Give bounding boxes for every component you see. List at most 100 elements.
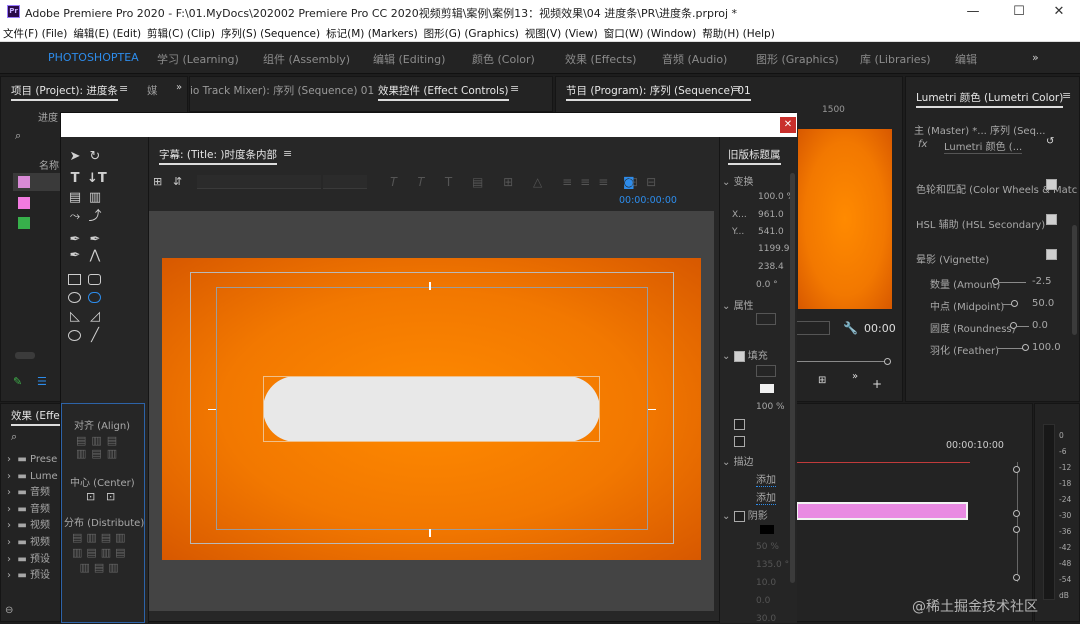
workspace-photoshoptea[interactable]: PHOTOSHOPTEA [48,51,139,64]
feather-value[interactable]: 100.0 [1032,342,1061,353]
new-title-icon[interactable]: ⊞ [153,175,162,188]
titler-timecode[interactable]: 00:00:00:00 [619,195,677,206]
menu-edit[interactable]: 编辑(E) (Edit) [70,24,144,43]
center-vertical-icon[interactable]: ⊡ [106,490,115,503]
vertical-area-type-tool-icon[interactable]: ▥ [87,190,103,206]
effects-folder[interactable]: › ▬ Prese [7,452,58,469]
close-window-button[interactable]: ✕ [1036,0,1080,24]
y-position-value[interactable]: 541.0 [758,227,784,237]
fill-color-swatch[interactable] [760,384,774,393]
master-label[interactable]: 主 (Master) *... [914,122,987,137]
delete-anchor-tool-icon[interactable]: ✒ [87,232,103,248]
sheen-checkbox[interactable] [734,419,745,430]
vignette-checkbox[interactable] [1046,249,1057,260]
text-format-buttons[interactable]: 𝑇 𝑇 T ▤ ⊞ △ ≡≡≡ ⊞⊟ [331,175,664,190]
menu-view[interactable]: 视图(V) (View) [522,24,601,43]
transform-section[interactable]: ⌄ 变换 [722,173,754,188]
effect-dropdown[interactable]: Lumetri 颜色 (... [944,138,1023,154]
scroll-knob[interactable] [1013,574,1020,581]
section-hsl-secondary[interactable]: HSL 辅助 (HSL Secondary) [916,216,1045,231]
arc-tool-icon[interactable]: ◿ [87,309,103,325]
name-column-header[interactable]: 名称 [39,157,59,172]
roundness-slider-knob[interactable] [1010,322,1017,329]
fill-section[interactable]: ⌄ 填充 [722,347,768,362]
x-position-value[interactable]: 961.0 [758,210,784,220]
properties-section[interactable]: ⌄ 属性 [722,297,754,312]
clipped-corner-tool-icon[interactable] [68,292,81,303]
shadow-spread-value[interactable]: 30.0 [756,614,776,624]
reset-icon[interactable]: ↺ [1046,136,1054,147]
tab-effects[interactable]: 效果 (Effec [11,408,66,426]
tab-effect-controls[interactable]: 效果控件 (Effect Controls) [378,83,509,101]
color-wheels-checkbox[interactable] [1046,179,1057,190]
convert-anchor-tool-icon[interactable]: ⋀ [87,248,103,264]
panel-menu-icon[interactable]: ≡ [1062,89,1071,102]
roundness-value[interactable]: 0.0 [1032,320,1048,331]
panel-menu-icon[interactable]: ≡ [119,82,128,95]
workspace-editing[interactable]: 编辑 (Editing) [373,51,445,67]
vertical-path-type-tool-icon[interactable]: ⤴ [87,209,103,225]
shadow-distance-value[interactable]: 10.0 [756,578,776,588]
show-background-video-icon[interactable]: ◙ [623,175,635,189]
zoom-dropdown[interactable] [796,321,830,335]
menu-markers[interactable]: 标记(M) (Markers) [323,24,421,43]
font-family-dropdown[interactable] [197,175,321,189]
effects-folder[interactable]: › ▬ 视频 [7,518,58,535]
scroll-knob[interactable] [1013,526,1020,533]
tab-lumetri-color[interactable]: Lumetri 颜色 (Lumetri Color) [916,90,1063,108]
add-button-icon[interactable]: + [872,377,882,391]
scroll-knob[interactable] [1013,510,1020,517]
section-vignette[interactable]: 晕影 (Vignette) [916,251,989,266]
menu-clip[interactable]: 剪辑(C) (Clip) [144,24,218,43]
list-view-icon[interactable]: ☰ [37,375,47,388]
playhead-knob[interactable] [884,358,891,365]
properties-scrollbar[interactable] [790,173,795,583]
panel-menu-icon[interactable]: ≡ [510,82,519,95]
new-bin-icon[interactable]: ⊖ [5,605,13,616]
workspace-audio[interactable]: 音频 (Audio) [662,51,727,67]
title-clip[interactable] [796,502,968,520]
panel-menu-icon[interactable]: ≡ [732,82,741,95]
playhead-bar[interactable] [796,361,888,362]
more-controls-icon[interactable]: » [852,371,858,382]
fill-checkbox[interactable] [733,350,745,362]
menu-sequence[interactable]: 序列(S) (Sequence) [218,24,323,43]
menu-graphics[interactable]: 图形(G) (Graphics) [421,24,522,43]
pen-tool-icon[interactable]: ✒ [67,232,83,248]
line-tool-icon[interactable]: ╱ [87,328,103,344]
effects-folder[interactable]: › ▬ Lume [7,469,58,486]
rotation-value[interactable]: 0.0 ° [756,280,778,290]
add-anchor-tool-icon[interactable]: ✒ [67,248,83,264]
feather-slider-knob[interactable] [1022,344,1029,351]
shadow-size-value[interactable]: 0.0 [756,596,770,606]
export-frame-icon[interactable]: ⊞ [818,375,826,386]
rounded-corner-tool-icon[interactable] [88,292,101,303]
midpoint-slider-knob[interactable] [1011,300,1018,307]
menu-file[interactable]: 文件(F) (File) [0,24,70,43]
selection-bounding-box[interactable] [263,376,600,442]
menu-window[interactable]: 窗口(W) (Window) [601,24,700,43]
workspace-editing-2[interactable]: 编辑 [955,51,977,67]
rectangle-tool-icon[interactable] [68,274,81,285]
track-scroll[interactable] [1017,462,1018,582]
height-value[interactable]: 238.4 [758,262,784,272]
lumetri-scrollbar[interactable] [1072,225,1077,335]
midpoint-value[interactable]: 50.0 [1032,298,1054,309]
effects-folder[interactable]: › ▬ 预设 [7,552,58,569]
search-icon[interactable]: ⌕ [11,430,17,444]
width-value[interactable]: 1199.9 [758,244,790,254]
add-outer-stroke-link[interactable]: 添加 [756,489,776,505]
workspace-effects[interactable]: 效果 (Effects) [565,51,636,67]
rotation-tool-icon[interactable]: ↻ [87,149,103,165]
amount-value[interactable]: -2.5 [1032,276,1052,287]
tab-program[interactable]: 节目 (Program): 序列 (Sequence) 01 [566,83,751,101]
selection-tool-icon[interactable]: ➤ [67,149,83,165]
type-tool-icon[interactable]: T [67,171,83,187]
sequence-link[interactable]: 序列 (Seq... [990,122,1045,137]
workspace-libraries[interactable]: 库 (Libraries) [860,51,931,67]
title-tab[interactable]: 字幕: (Title: )时度条内部 [159,147,277,165]
scroll-knob[interactable] [1013,466,1020,473]
workspace-learning[interactable]: 学习 (Learning) [157,51,239,67]
shadow-section[interactable]: ⌄ 阴影 [722,507,768,522]
minimize-button[interactable]: — [950,0,996,24]
